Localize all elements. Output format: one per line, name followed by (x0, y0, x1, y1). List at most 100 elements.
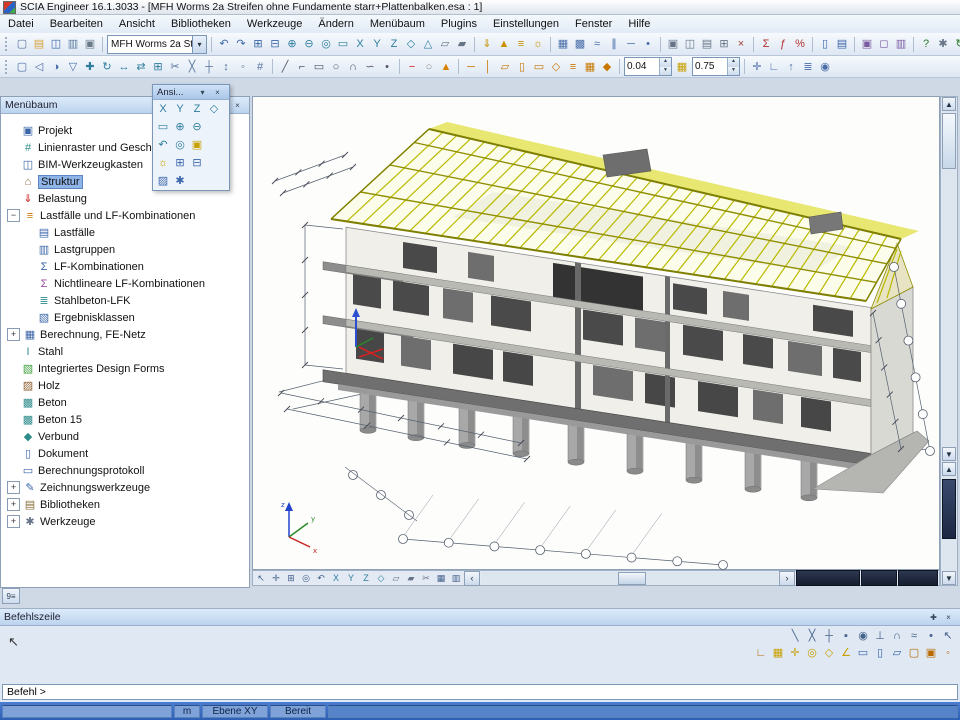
scroll-up-icon[interactable]: ▲ (942, 462, 956, 476)
plus-expander-icon[interactable]: + (7, 481, 20, 494)
menu-item-menübaum[interactable]: Menübaum (362, 16, 433, 32)
refresh-icon[interactable]: ↻ (952, 36, 960, 52)
bill-of-material-icon[interactable]: ▤ (834, 36, 850, 52)
vp-grid-icon[interactable]: ▦ (434, 572, 448, 585)
toolbar-grip[interactable] (5, 37, 10, 51)
cmd-plane-xz-icon[interactable]: ▱ (889, 645, 905, 661)
multi-copy-icon[interactable]: ⊞ (150, 59, 166, 75)
palette-render-settings-icon[interactable]: ▨ (155, 173, 171, 189)
cmd-snap-icon[interactable]: ✛ (787, 645, 803, 661)
cmd-lock-icon[interactable]: ▣ (923, 645, 939, 661)
move-icon[interactable]: ✚ (82, 59, 98, 75)
menu-item-fenster[interactable]: Fenster (567, 16, 620, 32)
join-icon[interactable]: ┼ (201, 59, 217, 75)
filter-icon[interactable]: ▽ (65, 59, 81, 75)
delete-icon[interactable]: − (404, 59, 420, 75)
rendered-mode-icon[interactable]: ▰ (454, 36, 470, 52)
vertical-scrollbar-dark-thumb[interactable] (942, 479, 956, 539)
menu-item-hilfe[interactable]: Hilfe (620, 16, 658, 32)
tree-item-integriertes-design-forms[interactable]: ▧Integriertes Design Forms (1, 360, 249, 377)
cmd-selection-box-icon[interactable]: ▢ (906, 645, 922, 661)
cmd-grid-icon[interactable]: ▦ (770, 645, 786, 661)
cmd-plane-xy-icon[interactable]: ▭ (855, 645, 871, 661)
tree-item-berechnung-fe-netz[interactable]: +▦Berechnung, FE-Netz (1, 326, 249, 343)
spinner-arrows[interactable]: ▲▼ (659, 58, 671, 75)
menu-item-datei[interactable]: Datei (0, 16, 42, 32)
copy-icon[interactable]: ⊞ (250, 36, 266, 52)
vertical-scrollbar[interactable]: ▲ ▼ ▲ ▼ (940, 96, 958, 586)
new-window-icon[interactable]: ▣ (665, 36, 681, 52)
horizontal-scrollbar-thumb[interactable] (618, 572, 646, 585)
tree-item-lastfälle-und-lf-kombinationen[interactable]: −≡Lastfälle und LF-Kombinationen (1, 207, 249, 224)
zoom-in-icon[interactable]: ⊕ (284, 36, 300, 52)
tree-item-stahl[interactable]: IStahl (1, 343, 249, 360)
settings-icon[interactable]: ✱ (935, 36, 951, 52)
close-window-icon[interactable]: × (733, 36, 749, 52)
save-project-icon[interactable]: ◫ (48, 36, 64, 52)
vp-wireframe-icon[interactable]: ▱ (389, 572, 403, 585)
vp-print-view-icon[interactable]: ▥ (449, 572, 463, 585)
animation-bar-segment[interactable] (796, 570, 860, 586)
axonometric-view-icon[interactable]: ◇ (403, 36, 419, 52)
zoom-out-icon[interactable]: ⊖ (301, 36, 317, 52)
fe-mesh-icon[interactable]: ▦ (555, 36, 571, 52)
tree-item-verbund[interactable]: ◆Verbund (1, 428, 249, 445)
menu-item-ansicht[interactable]: Ansicht (111, 16, 163, 32)
tree-item-lf-kombinationen[interactable]: ΣLF-Kombinationen (1, 258, 249, 275)
palette-zoom-previous-icon[interactable]: ↶ (155, 137, 171, 153)
axes-toggle-icon[interactable]: ↑ (783, 59, 799, 75)
title-bar[interactable]: SCIA Engineer 16.1.3033 - [MFH Worms 2a … (0, 0, 960, 15)
cmd-ortho-icon[interactable]: ∟ (753, 645, 769, 661)
picture-icon[interactable]: ◻ (876, 36, 892, 52)
solver-setup-icon[interactable]: ƒ (775, 36, 791, 52)
open-project-icon[interactable]: ▤ (31, 36, 47, 52)
palette-visibility-icon[interactable]: ▣ (189, 137, 205, 153)
spin-up-icon[interactable]: ▲ (728, 58, 739, 67)
select-all-icon[interactable]: ▢ (14, 59, 30, 75)
column-icon[interactable]: │ (480, 59, 496, 75)
redo-icon[interactable]: ↷ (233, 36, 249, 52)
command-input[interactable] (2, 684, 958, 700)
spin-up-icon[interactable]: ▲ (660, 58, 671, 67)
grid-snap-icon[interactable]: # (252, 59, 268, 75)
document-icon[interactable]: ▯ (817, 36, 833, 52)
palette-view-z-icon[interactable]: Z (189, 101, 205, 117)
spinner-arrows[interactable]: ▲▼ (727, 58, 739, 75)
show-supports-icon[interactable]: ▲ (496, 36, 512, 52)
cmd-nearest-icon[interactable]: ≈ (906, 628, 922, 644)
tree-item-werkzeuge[interactable]: +✱Werkzeuge (1, 513, 249, 530)
cmd-center-icon[interactable]: ◉ (855, 628, 871, 644)
view-y-icon[interactable]: Y (369, 36, 385, 52)
optimisation-icon[interactable]: % (792, 36, 808, 52)
plate-2d-icon[interactable]: ▱ (497, 59, 513, 75)
palette-zoom-all-icon[interactable]: ◎ (172, 137, 188, 153)
nodes-display-icon[interactable]: • (640, 36, 656, 52)
spline-tool-icon[interactable]: ∽ (362, 59, 378, 75)
pin-icon[interactable]: ✚ (926, 610, 941, 624)
palette-zoom-window-icon[interactable]: ▭ (155, 119, 171, 135)
palette-axonometric-icon[interactable]: ◇ (206, 101, 222, 117)
menu-item-werkzeuge[interactable]: Werkzeuge (239, 16, 310, 32)
opening-icon[interactable]: ▭ (531, 59, 547, 75)
ucs-icon[interactable]: ∟ (766, 59, 782, 75)
dot-grid-icon[interactable]: ▦ (674, 59, 690, 75)
circle-entity-icon[interactable]: ○ (421, 59, 437, 75)
menu-item-einstellungen[interactable]: Einstellungen (485, 16, 567, 32)
tree-item-ergebnisklassen[interactable]: ▧Ergebnisklassen (1, 309, 249, 326)
cmd-intersection-icon[interactable]: ╳ (804, 628, 820, 644)
print-picture-icon[interactable]: ▥ (893, 36, 909, 52)
project-combobox[interactable]: MFH Worms 2a Str ▾ (107, 35, 207, 54)
polyline-tool-icon[interactable]: ⌐ (294, 59, 310, 75)
vp-view-x-icon[interactable]: X (329, 572, 343, 585)
vp-select-icon[interactable]: ↖ (254, 572, 268, 585)
tree-item-holz[interactable]: ▨Holz (1, 377, 249, 394)
palette-zoom-out-icon[interactable]: ⊖ (189, 119, 205, 135)
command-panel-header[interactable]: Befehlszeile ✚ × (0, 609, 960, 626)
scroll-right-button[interactable]: › (779, 571, 795, 586)
circle-tool-icon[interactable]: ○ (328, 59, 344, 75)
invert-selection-icon[interactable]: ◑ (48, 59, 64, 75)
view-x-icon[interactable]: X (352, 36, 368, 52)
subregion-icon[interactable]: ◇ (548, 59, 564, 75)
vp-shaded-icon[interactable]: ▰ (404, 572, 418, 585)
cmd-tracking-icon[interactable]: ◎ (804, 645, 820, 661)
